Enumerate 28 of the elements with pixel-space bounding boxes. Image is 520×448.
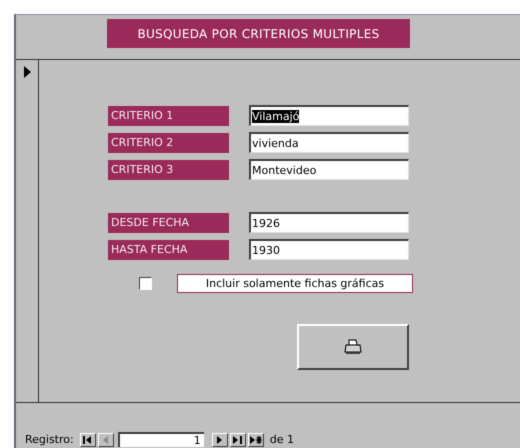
- field-label: HASTA FECHA: [108, 240, 229, 260]
- record-pointer-icon: [24, 66, 30, 78]
- print-button[interactable]: [297, 324, 409, 370]
- last-arrow-icon: [233, 436, 242, 444]
- record-label: Registro:: [25, 433, 74, 446]
- text-field[interactable]: Vilamajó: [249, 105, 409, 126]
- left-arrow-icon: [103, 436, 108, 444]
- last-record-button[interactable]: [230, 432, 246, 446]
- field-label: CRITERIO 3: [108, 160, 229, 180]
- record-number-field[interactable]: 1: [118, 432, 204, 447]
- record-count: de 1: [270, 433, 294, 446]
- text-field[interactable]: 1926: [249, 212, 409, 233]
- printer-icon: [344, 339, 362, 355]
- text-field[interactable]: 1930: [249, 239, 409, 260]
- first-record-button[interactable]: [80, 432, 96, 446]
- new-record-icon: [250, 436, 262, 444]
- first-arrow-icon: [83, 436, 92, 444]
- text-field[interactable]: vivienda: [249, 132, 409, 153]
- checkbox-label: Incluir solamente fichas gráficas: [177, 274, 413, 293]
- field-label: CRITERIO 1: [108, 106, 229, 126]
- checkbox[interactable]: [139, 277, 152, 290]
- field-label: CRITERIO 2: [108, 132, 229, 152]
- field-label: DESDE FECHA: [108, 212, 229, 232]
- new-record-button[interactable]: [248, 432, 264, 446]
- form-title: BUSQUEDA POR CRITERIOS MULTIPLES: [107, 19, 410, 48]
- right-arrow-icon: [217, 436, 222, 444]
- next-record-button[interactable]: [212, 432, 228, 446]
- text-field[interactable]: Montevideo: [249, 159, 409, 180]
